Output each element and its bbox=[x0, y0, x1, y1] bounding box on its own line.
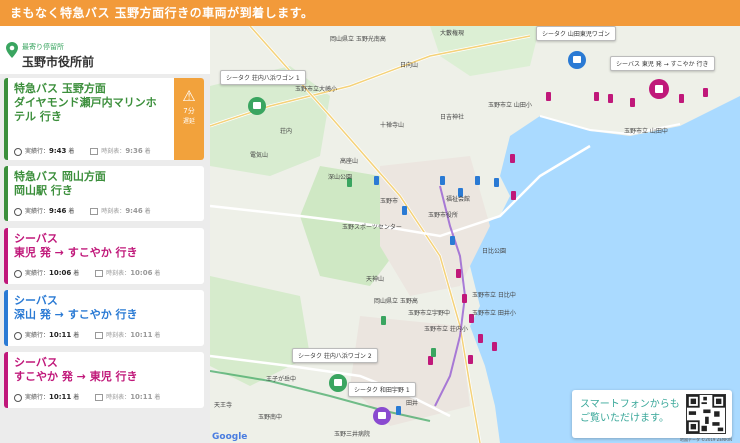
google-logo: Google bbox=[212, 432, 248, 442]
calendar-icon bbox=[90, 208, 99, 215]
place-label: 十禅寺山 bbox=[380, 122, 405, 129]
route-title: シーバス 深山 発 → すこやか 行き bbox=[14, 294, 138, 321]
place-label: 玉野南中 bbox=[258, 414, 283, 421]
time-row: 実績行：10:06 着 時刻表：10:06 着 bbox=[14, 268, 160, 278]
stop-name: 玉野市役所前 bbox=[22, 55, 95, 69]
calendar-icon bbox=[90, 148, 99, 155]
place-label: 岡山県立 玉野光南高 bbox=[330, 36, 386, 43]
departure-card[interactable]: シーバス 深山 発 → すこやか 行き 実績行：10:11 着 時刻表：10:11… bbox=[4, 290, 204, 346]
place-label: 天神山 bbox=[366, 276, 385, 283]
route-color-bar bbox=[4, 352, 8, 408]
route-title: 特急バス 玉野方面 ダイヤモンド瀬戸内マリンホ テル 行き bbox=[14, 82, 157, 123]
place-label: 大藪権現 bbox=[440, 30, 465, 37]
qr-code-icon[interactable] bbox=[686, 394, 726, 434]
time-row: 実績行：10:11 着 時刻表：10:11 着 bbox=[14, 392, 160, 402]
place-label: 日比公園 bbox=[482, 248, 507, 255]
place-label: 天王寺 bbox=[214, 402, 233, 409]
place-label: 玉野市立 日比中 bbox=[472, 292, 516, 299]
departure-card[interactable]: 特急バス 岡山方面 岡山駅 行き 実績行：9:46 着 時刻表：9:46 着 bbox=[4, 166, 204, 221]
vehicle-callout[interactable]: シータク 荘内八浜ワゴン 1 bbox=[220, 70, 306, 85]
place-label: 王子が岳中 bbox=[266, 376, 297, 383]
stop-caption: 最寄り停留所 bbox=[22, 43, 64, 51]
arrival-banner: まもなく特急バス 玉野方面行きの車両が到着します。 bbox=[0, 0, 740, 26]
place-label: 玉野市立大崎小 bbox=[295, 86, 338, 93]
route-map[interactable]: シータク 荘内八浜ワゴン 1 シータク 山田東児ワゴン シーバス 東児 発 → … bbox=[210, 26, 740, 443]
place-label: 福祉会館 bbox=[446, 196, 471, 203]
vehicle-callout[interactable]: シータク 和田宇野 1 bbox=[348, 382, 416, 397]
vehicle-callout[interactable]: シータク 荘内八浜ワゴン 2 bbox=[292, 348, 378, 363]
vehicle-callout[interactable]: シータク 山田東児ワゴン bbox=[536, 26, 616, 41]
place-label: 玉野市立 山田小 bbox=[488, 102, 532, 109]
route-title: 特急バス 岡山方面 岡山駅 行き bbox=[14, 170, 106, 197]
place-label: 岡山県立 玉野高 bbox=[374, 298, 418, 305]
calendar-icon bbox=[95, 332, 104, 339]
clock-icon bbox=[14, 269, 22, 278]
calendar-icon bbox=[95, 394, 104, 401]
route-title: シーバス すこやか 発 → 東児 行き bbox=[14, 356, 138, 383]
place-label: 田井 bbox=[406, 400, 419, 407]
calendar-icon bbox=[95, 270, 104, 277]
location-pin-icon bbox=[6, 42, 18, 58]
route-color-bar bbox=[4, 290, 8, 346]
time-row: 実績行：9:46 着 時刻表：9:46 着 bbox=[14, 206, 151, 216]
place-label: 玉野市立 荘内小 bbox=[424, 326, 468, 333]
clock-icon bbox=[14, 207, 22, 216]
promo-text: スマートフォンからも ご覧いただけます。 bbox=[580, 399, 680, 424]
place-label: 玉野市役所 bbox=[428, 212, 459, 219]
place-label: 玉野市立 山田中 bbox=[624, 128, 668, 135]
route-color-bar bbox=[4, 166, 8, 221]
time-row: 実績行：10:11 着 時刻表：10:11 着 bbox=[14, 330, 160, 340]
place-label: 深山公園 bbox=[328, 174, 353, 181]
route-color-bar bbox=[4, 78, 8, 160]
nearest-stop-header: 最寄り停留所 玉野市役所前 bbox=[0, 26, 210, 74]
place-label: 荘内 bbox=[280, 128, 293, 135]
clock-icon bbox=[14, 331, 22, 340]
departure-card[interactable]: シーバス 東児 発 → すこやか 行き 実績行：10:06 着 時刻表：10:06… bbox=[4, 228, 204, 284]
time-row: 実績行：9:43 着 時刻表：9:36 着 bbox=[14, 146, 151, 156]
delay-badge: ⚠ 7分 遅延 bbox=[174, 78, 204, 160]
vehicle-callout[interactable]: シーバス 東児 発 → すこやか 行き bbox=[610, 56, 715, 71]
warning-icon: ⚠ bbox=[182, 87, 196, 105]
place-label: 高座山 bbox=[340, 158, 359, 165]
route-color-bar bbox=[4, 228, 8, 284]
clock-icon bbox=[14, 147, 22, 156]
place-label: 玉野市立宇野中 bbox=[408, 310, 451, 317]
sidebar: 最寄り停留所 玉野市役所前 特急バス 玉野方面 ダイヤモンド瀬戸内マリンホ テル 行… bbox=[0, 26, 210, 443]
departure-card[interactable]: シーバス すこやか 発 → 東児 行き 実績行：10:11 着 時刻表：10:11… bbox=[4, 352, 204, 408]
place-label: 日吉神社 bbox=[440, 114, 465, 121]
place-label: 玉野市 bbox=[380, 198, 399, 205]
place-label: 玉野三井病院 bbox=[334, 431, 371, 438]
place-label: 玉野市立 田井小 bbox=[472, 310, 516, 317]
route-title: シーバス 東児 発 → すこやか 行き bbox=[14, 232, 138, 259]
departure-card[interactable]: 特急バス 玉野方面 ダイヤモンド瀬戸内マリンホ テル 行き 実績行：9:43 着 時… bbox=[4, 78, 204, 160]
place-label: 玉野スポーツセンター bbox=[342, 224, 402, 231]
place-label: 電気山 bbox=[250, 152, 269, 159]
smartphone-promo[interactable]: スマートフォンからも ご覧いただけます。 bbox=[572, 390, 732, 438]
clock-icon bbox=[14, 393, 22, 402]
place-label: 日向山 bbox=[400, 62, 419, 69]
